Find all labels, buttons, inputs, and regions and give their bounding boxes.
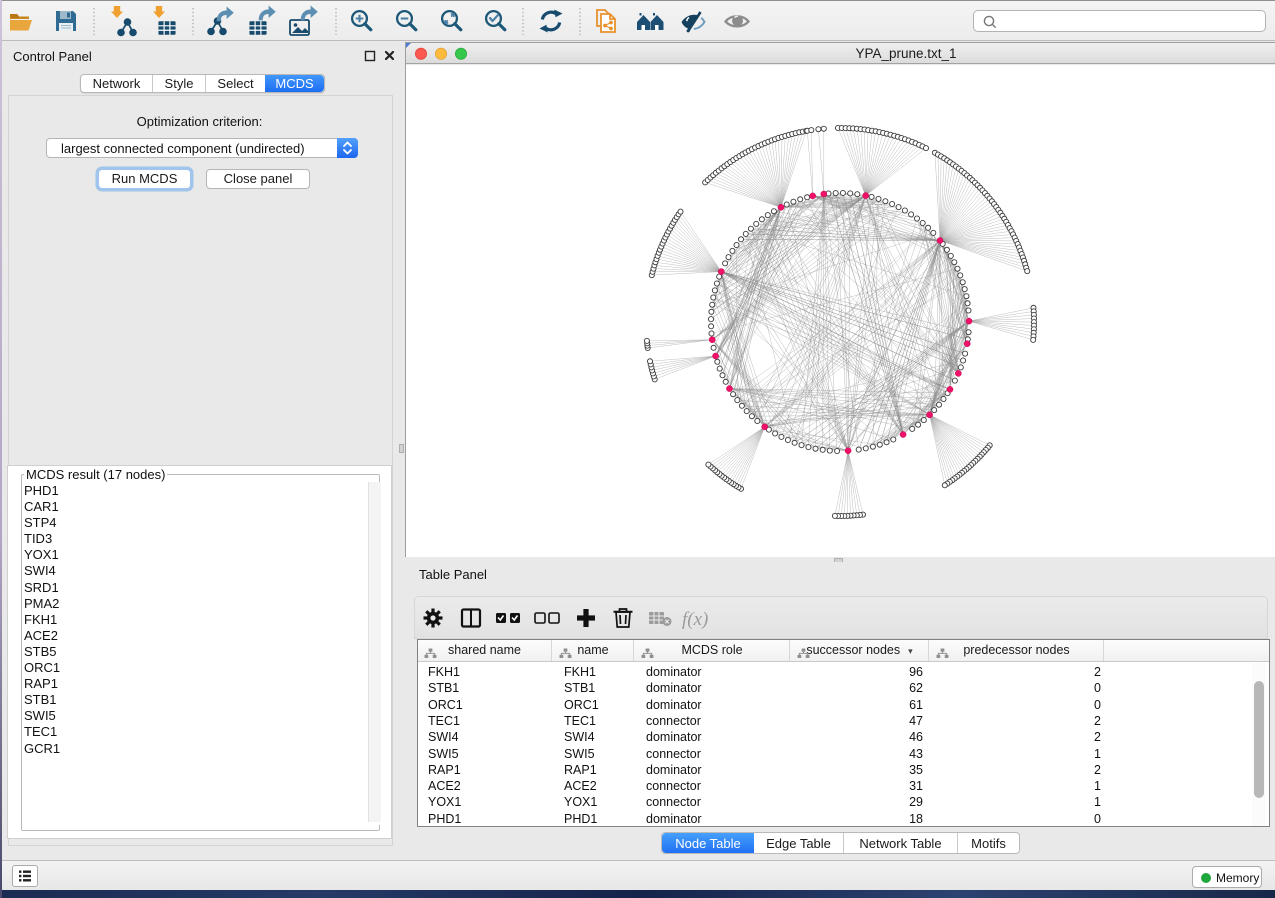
svg-text:f(x): f(x) xyxy=(682,609,708,630)
